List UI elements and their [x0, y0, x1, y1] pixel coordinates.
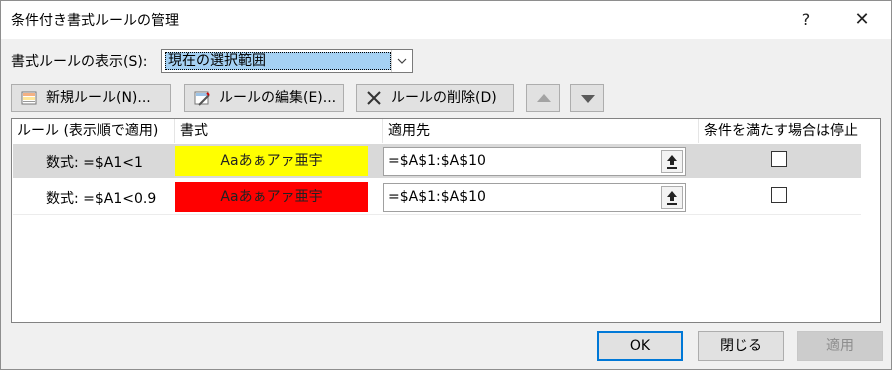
- edit-rule-label: ルールの編集(E)...: [219, 90, 337, 106]
- delete-rule-button[interactable]: ルールの削除(D): [356, 84, 514, 112]
- delete-x-icon: [367, 91, 381, 105]
- close-button[interactable]: 閉じる: [698, 331, 784, 361]
- applies-to-value: =$A$1:$A$10: [388, 189, 486, 205]
- apply-button[interactable]: 適用: [797, 331, 883, 361]
- window-title: 条件付き書式ルールの管理: [11, 13, 179, 29]
- arrow-up-icon: [537, 94, 551, 102]
- applies-to-field[interactable]: =$A$1:$A$10: [383, 183, 686, 212]
- help-icon[interactable]: ?: [783, 1, 829, 39]
- arrow-down-icon: [581, 95, 595, 103]
- rules-table: ルール (表示順で適用) 書式 適用先 条件を満たす場合は停止 数式: =$A1…: [11, 118, 881, 323]
- stop-if-true-checkbox[interactable]: [771, 151, 787, 167]
- rule-formula: 数式: =$A1<0.9: [46, 191, 157, 207]
- edit-rule-icon: [194, 91, 210, 106]
- applies-to-value: =$A$1:$A$10: [388, 153, 486, 169]
- range-picker-icon[interactable]: [661, 150, 683, 173]
- delete-rule-label: ルールの削除(D): [391, 90, 497, 106]
- new-rule-label: 新規ルール(N)...: [46, 90, 151, 106]
- header-applies-to: 適用先: [382, 119, 698, 143]
- header-format: 書式: [174, 119, 382, 143]
- rule-formula: 数式: =$A1<1: [46, 155, 143, 171]
- new-rule-icon: [21, 91, 37, 105]
- edit-rule-button[interactable]: ルールの編集(E)...: [184, 84, 344, 112]
- scope-dropdown[interactable]: 現在の選択範囲: [161, 49, 413, 73]
- table-row[interactable]: 数式: =$A1<1 Aaあぁアァ亜宇 =$A$1:$A$10: [13, 144, 861, 178]
- range-picker-icon[interactable]: [661, 186, 683, 209]
- scope-label: 書式ルールの表示(S):: [11, 54, 148, 70]
- header-stop-if-true: 条件を満たす場合は停止: [698, 119, 880, 143]
- applies-to-field[interactable]: =$A$1:$A$10: [383, 147, 686, 176]
- format-preview: Aaあぁアァ亜宇: [175, 182, 368, 212]
- stop-if-true-checkbox[interactable]: [771, 187, 787, 203]
- title-bar: 条件付き書式ルールの管理 ? ✕: [1, 1, 891, 39]
- chevron-down-icon[interactable]: [391, 50, 412, 72]
- move-down-button[interactable]: [570, 84, 604, 112]
- header-rule: ルール (表示順で適用): [17, 123, 159, 139]
- close-icon[interactable]: ✕: [839, 1, 885, 39]
- move-up-button[interactable]: [526, 84, 560, 112]
- table-row[interactable]: 数式: =$A1<0.9 Aaあぁアァ亜宇 =$A$1:$A$10: [13, 180, 861, 215]
- format-preview: Aaあぁアァ亜宇: [175, 146, 368, 176]
- new-rule-button[interactable]: 新規ルール(N)...: [11, 84, 171, 112]
- conditional-format-dialog: 条件付き書式ルールの管理 ? ✕ 書式ルールの表示(S): 現在の選択範囲 新規…: [0, 0, 892, 370]
- scope-selected-value: 現在の選択範囲: [165, 52, 391, 70]
- ok-button[interactable]: OK: [597, 331, 683, 361]
